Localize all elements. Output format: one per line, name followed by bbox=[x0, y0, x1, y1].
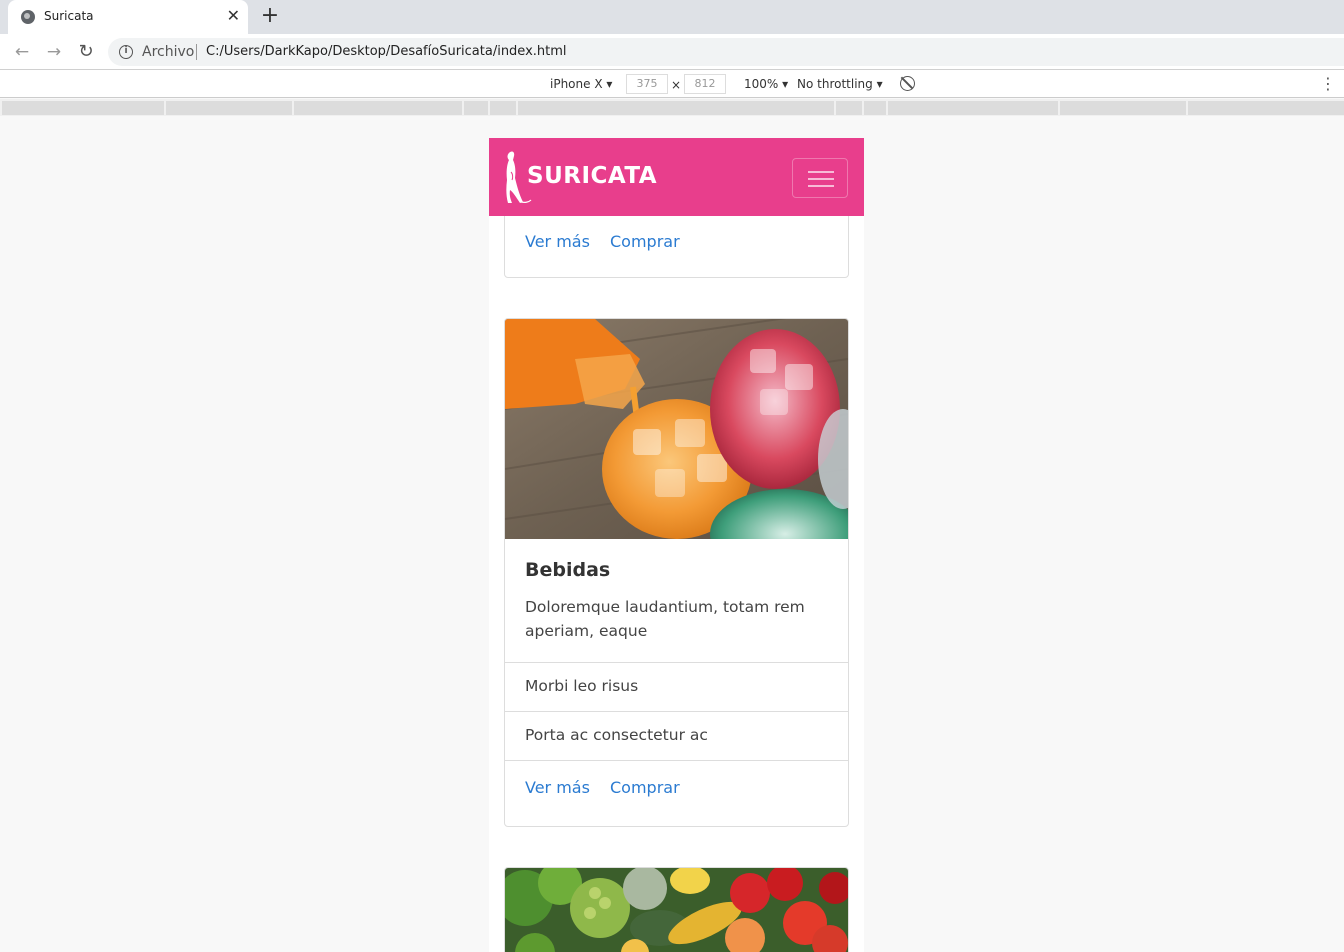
ruler-segment[interactable] bbox=[166, 101, 292, 115]
ruler-segment[interactable] bbox=[294, 101, 462, 115]
hamburger-line bbox=[808, 171, 834, 173]
device-toolbar: iPhone X ▾ 375 × 812 100% ▾ No throttlin… bbox=[0, 70, 1344, 98]
ver-mas-link[interactable]: Ver más bbox=[525, 232, 590, 251]
new-tab-button[interactable]: + bbox=[258, 4, 282, 28]
comprar-link[interactable]: Comprar bbox=[610, 778, 680, 797]
rotate-icon[interactable] bbox=[900, 76, 915, 91]
navbar-toggler-button[interactable] bbox=[792, 158, 848, 198]
zoom-select[interactable]: 100% ▾ bbox=[744, 77, 788, 91]
url-text[interactable]: C:/Users/DarkKapo/Desktop/DesafíoSuricat… bbox=[206, 44, 567, 59]
brand-name[interactable]: SURICATA bbox=[527, 163, 657, 189]
card-footer: Ver más Comprar bbox=[505, 215, 848, 277]
ruler-segment[interactable] bbox=[1060, 101, 1186, 115]
info-icon[interactable]: i bbox=[119, 45, 133, 59]
close-tab-icon[interactable]: ✕ bbox=[227, 6, 240, 26]
height-input[interactable]: 812 bbox=[684, 74, 726, 94]
drinks-image bbox=[505, 319, 848, 539]
width-input[interactable]: 375 bbox=[626, 74, 668, 94]
omnibox-separator bbox=[196, 44, 197, 60]
card-title: Bebidas bbox=[525, 559, 611, 581]
forward-button[interactable]: → bbox=[43, 41, 65, 63]
list-item: Porta ac consectetur ac bbox=[505, 712, 848, 761]
ruler-segment[interactable] bbox=[864, 101, 886, 115]
list-item: Morbi leo risus bbox=[505, 663, 848, 712]
omnibox[interactable]: i Archivo C:/Users/DarkKapo/Desktop/Desa… bbox=[108, 38, 1344, 66]
card-footer: Ver más Comprar bbox=[505, 761, 848, 825]
tab-title: Suricata bbox=[44, 9, 94, 23]
ruler-segment[interactable] bbox=[1188, 101, 1344, 115]
browser-tab[interactable]: Suricata ✕ bbox=[8, 0, 248, 34]
dimension-separator: × bbox=[671, 78, 682, 92]
media-query-ruler bbox=[0, 99, 1344, 116]
ruler-segment[interactable] bbox=[464, 101, 488, 115]
ruler-segment[interactable] bbox=[888, 101, 1058, 115]
protocol-label: Archivo bbox=[142, 44, 195, 60]
product-card-bebidas: Bebidas Doloremque laudantium, totam rem… bbox=[504, 318, 849, 827]
back-button[interactable]: ← bbox=[11, 41, 33, 63]
globe-icon bbox=[21, 10, 35, 24]
hamburger-line bbox=[808, 185, 834, 187]
site-navbar: SURICATA bbox=[489, 138, 864, 216]
card-body: Bebidas Doloremque laudantium, totam rem… bbox=[505, 539, 848, 663]
hamburger-line bbox=[808, 178, 834, 180]
comprar-link[interactable]: Comprar bbox=[610, 232, 680, 251]
product-card-next bbox=[504, 867, 849, 952]
browser-tab-bar: Suricata ✕ + bbox=[0, 0, 1344, 34]
ruler-segment[interactable] bbox=[2, 101, 164, 115]
device-select[interactable]: iPhone X ▾ bbox=[550, 77, 612, 91]
throttling-select[interactable]: No throttling ▾ bbox=[797, 77, 883, 91]
vegetables-image bbox=[505, 868, 848, 952]
reload-button[interactable]: ↻ bbox=[75, 41, 97, 63]
ver-mas-link[interactable]: Ver más bbox=[525, 778, 590, 797]
address-bar: ← → ↻ i Archivo C:/Users/DarkKapo/Deskto… bbox=[0, 34, 1344, 70]
ruler-segment[interactable] bbox=[518, 101, 834, 115]
card-text: Doloremque laudantium, totam rem aperiam… bbox=[525, 598, 805, 640]
device-viewport: SURICATA Ver más Comprar Bebidas Dolorem… bbox=[489, 138, 864, 952]
more-options-icon[interactable]: ⋮ bbox=[1320, 74, 1336, 94]
ruler-segment[interactable] bbox=[490, 101, 516, 115]
ruler-segment[interactable] bbox=[836, 101, 862, 115]
